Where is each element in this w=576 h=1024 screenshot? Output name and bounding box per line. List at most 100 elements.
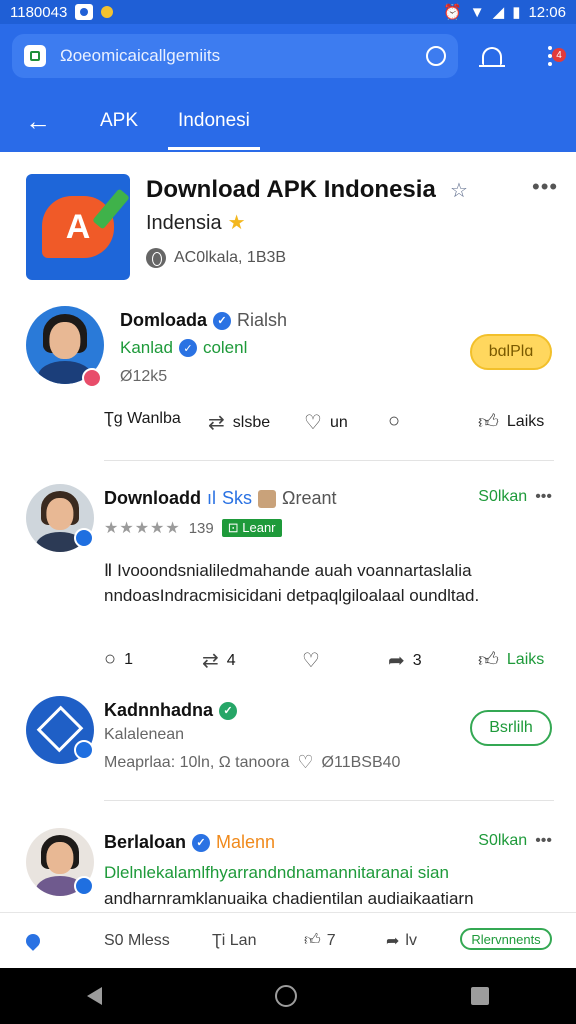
follow-button[interactable]: Bsrlilh	[470, 710, 552, 746]
nav-home-icon[interactable]	[275, 985, 298, 1007]
post-time-label: S0lkan	[478, 488, 528, 505]
comment-icon: ○	[104, 648, 117, 670]
bell-icon[interactable]	[478, 42, 506, 70]
bottom-item[interactable]: S0 Mless	[104, 932, 170, 950]
thumbs-up-label: Laiks	[506, 413, 545, 430]
post-item[interactable]: Berlaloan ✓ Malenn S0lkan ••• Dlelnlekala…	[26, 828, 552, 918]
app-meta-text: ΑC0lkala, 1Β3Β	[174, 249, 287, 266]
tab-apk[interactable]: APK	[100, 90, 138, 152]
author-name: Berlaloan	[104, 832, 187, 852]
comment-icon: ○	[388, 410, 401, 432]
comments-button[interactable]: Rlervnnents	[460, 928, 552, 950]
post-meta-count: Ø11ΒSΒ40	[321, 753, 401, 771]
rating-stars: ★★★★★	[104, 520, 181, 537]
share-count: 3	[412, 651, 422, 669]
avatar-status-badge	[74, 876, 94, 896]
post-author[interactable]: Downloadd ıl Sks Ωreant	[104, 488, 337, 509]
post-body-highlight: Dlelnlekalamlfhyarrandndnamannitaranai s…	[104, 863, 449, 882]
comment-button[interactable]: ○ 1	[104, 648, 133, 671]
like-button[interactable]: ♡ un	[304, 410, 348, 435]
rating: ★★★★★ 139 ⊡ Leanr	[104, 518, 282, 538]
post-meta: Ø12k5	[120, 368, 168, 385]
sub-extra: colenl	[202, 338, 248, 357]
app-notification-icon	[75, 4, 94, 20]
app-title: Download APK Indonesia	[146, 176, 436, 203]
nav-recents-icon[interactable]	[471, 987, 490, 1005]
search-bar[interactable]	[12, 34, 458, 78]
avatar-status-badge	[82, 368, 102, 388]
app-logo[interactable]: A	[26, 174, 130, 280]
action-label[interactable]: Ʈg Wanlba	[104, 410, 181, 428]
share-button[interactable]: ➦ lv	[386, 931, 417, 951]
verified-icon: ✓	[192, 833, 211, 852]
repost-button[interactable]: ⇄ slsbe	[208, 410, 270, 435]
avatar-status-badge	[74, 528, 94, 548]
post-time-label: S0lkan	[478, 832, 528, 849]
post-sub: Kalalenean	[104, 726, 185, 743]
signal-icon: ◢	[492, 4, 505, 21]
post-item[interactable]: Domloada ✓ Rialsh Kanlad ✓ colenl Ø12k5 …	[26, 306, 552, 456]
app-subtitle: Indensia ★	[146, 210, 246, 235]
verified-icon: ✓	[213, 311, 232, 330]
thumbs-up-icon: 👍︎	[304, 932, 321, 949]
thumbs-up-button[interactable]: 👍︎ Laiks	[478, 410, 544, 434]
post-meta-text: Meaprlaa: 10ln, Ω tanoora	[104, 753, 290, 771]
verified-icon: ✓	[178, 339, 197, 357]
post-time[interactable]: S0lkan •••	[478, 488, 552, 506]
app-meta: ΑC0lkala, 1Β3Β	[146, 248, 286, 268]
thumbs-up-icon: 👍︎	[478, 411, 499, 433]
repost-count: 4	[226, 651, 236, 669]
app-subtitle-text: Indensia	[146, 212, 222, 234]
author-handle: Ωreant	[282, 488, 337, 508]
alarm-icon: ⏰	[443, 4, 462, 21]
tag-badge: ⊡ Leanr	[221, 519, 282, 537]
search-icon[interactable]	[426, 46, 446, 66]
more-options-icon[interactable]: •••	[535, 832, 552, 850]
divider	[104, 460, 554, 461]
thumbs-up-count: 7	[326, 931, 336, 949]
app-card[interactable]: A Download APK Indonesia ☆ ••• Indensia ★…	[26, 174, 558, 284]
wifi-icon: ▼	[469, 3, 485, 21]
back-arrow-icon[interactable]: ←	[18, 101, 58, 141]
thumbs-up-button[interactable]: 👍︎ 7	[304, 931, 336, 950]
post-body: Ⅱ Ivooondsnialiledmahande auah voannarta…	[104, 561, 480, 605]
post-subline: Kanlad ✓ colenl	[120, 338, 247, 358]
post-author[interactable]: Domloada ✓ Rialsh	[120, 310, 287, 331]
share-button[interactable]: ➦ 3	[388, 648, 422, 673]
app-header: 4 ← APK Indonesi	[0, 24, 576, 152]
avatar-status-badge	[74, 740, 94, 760]
verified-icon: ✓	[219, 701, 238, 720]
share-icon: ➦	[388, 650, 405, 672]
repost-icon: ⇄	[208, 412, 225, 434]
post-body: andharnramklanuaika chadientilan audiaik…	[104, 889, 474, 908]
post-time[interactable]: S0lkan •••	[478, 832, 552, 850]
emoji-notification-icon	[101, 6, 114, 18]
more-options-icon[interactable]: •••	[532, 174, 558, 200]
tab-indonesi[interactable]: Indonesi	[168, 90, 260, 152]
more-options-icon[interactable]: •••	[535, 488, 552, 506]
battery-icon: ▮	[512, 4, 521, 21]
more-menu-button[interactable]: 4	[536, 42, 566, 70]
bottom-item[interactable]: Ʈi Lan	[212, 932, 256, 950]
pin-icon[interactable]: ☆	[450, 178, 468, 203]
location-icon[interactable]	[23, 930, 43, 951]
comment-button[interactable]: ○	[388, 410, 400, 433]
nav-back-icon[interactable]	[86, 987, 102, 1005]
thumbs-up-icon: 👍︎	[478, 649, 499, 671]
status-clock: 12:06	[528, 3, 566, 21]
thumbs-up-button[interactable]: 👍︎ Laiks	[478, 648, 544, 672]
repost-label: slsbe	[232, 413, 271, 431]
search-input[interactable]	[60, 46, 390, 66]
feed: A Download APK Indonesia ☆ ••• Indensia ★…	[0, 152, 576, 912]
post-author[interactable]: Kadnnhadna ✓	[104, 700, 238, 721]
post-item[interactable]: Kadnnhadna ✓ Kalalenean Meaprlaa: 10ln, …	[26, 696, 552, 786]
follow-button[interactable]: bɑlPlɑ	[470, 334, 552, 370]
heart-icon: ♡	[302, 650, 320, 672]
globe-icon	[146, 248, 166, 268]
post-author[interactable]: Berlaloan ✓ Malenn	[104, 832, 275, 853]
post-item[interactable]: Downloadd ıl Sks Ωreant S0lkan ••• ★★★★★ …	[26, 484, 552, 674]
author-name: Domloada	[120, 310, 208, 330]
repost-button[interactable]: ⇄ 4	[202, 648, 236, 673]
author-name: Downloadd	[104, 488, 201, 508]
like-button[interactable]: ♡	[302, 648, 320, 673]
